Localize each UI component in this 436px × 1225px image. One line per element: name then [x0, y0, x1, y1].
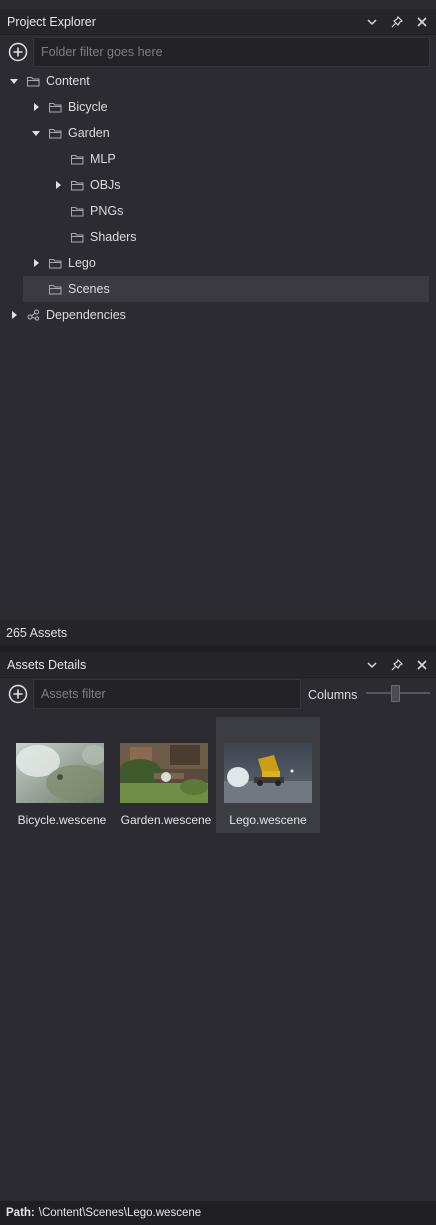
tree-item-garden[interactable]: Garden — [0, 120, 436, 146]
folder-tree: Content Bicycle Garden MLP OBJs PNGs Shaders Le… — [0, 68, 436, 328]
assets-details-header: Assets Details — [0, 652, 436, 678]
folder-icon — [71, 153, 85, 165]
tree-item-label: Bicycle — [68, 100, 108, 114]
assets-filter-input[interactable] — [33, 679, 301, 709]
tree-item-label: Scenes — [68, 282, 110, 296]
add-asset-button[interactable] — [8, 684, 28, 704]
asset-tile-garden[interactable]: Garden.wescene — [114, 717, 218, 833]
folder-icon — [71, 231, 85, 243]
plus-circle-icon — [8, 684, 28, 704]
path-bar: Path: \Content\Scenes\Lego.wescene — [0, 1201, 436, 1225]
folder-icon — [71, 179, 85, 191]
tree-item-label: Dependencies — [46, 308, 126, 322]
caret-down-icon[interactable] — [9, 76, 19, 86]
asset-name: Lego.wescene — [229, 813, 307, 827]
chevron-down-icon[interactable] — [364, 14, 380, 30]
tree-item-scenes[interactable]: Scenes — [23, 276, 429, 302]
columns-slider-thumb[interactable] — [390, 685, 400, 702]
asset-count-bar: 265 Assets — [0, 620, 436, 646]
asset-tile-lego[interactable]: Lego.wescene — [216, 717, 320, 833]
tree-item-mlp[interactable]: MLP — [0, 146, 436, 172]
project-explorer-title: Project Explorer — [7, 14, 96, 29]
folder-icon — [49, 127, 63, 139]
tree-item-shaders[interactable]: Shaders — [0, 224, 436, 250]
caret-right-icon[interactable] — [53, 180, 63, 190]
tree-item-label: Shaders — [90, 230, 137, 244]
chevron-down-icon[interactable] — [364, 657, 380, 673]
caret-down-icon[interactable] — [31, 128, 41, 138]
tree-item-label: Garden — [68, 126, 110, 140]
add-folder-button[interactable] — [8, 42, 28, 62]
path-label: Path: — [6, 1207, 35, 1219]
folder-icon — [71, 205, 85, 217]
caret-right-icon[interactable] — [31, 102, 41, 112]
tree-item-label: Content — [46, 74, 90, 88]
folder-filter-input[interactable] — [33, 37, 430, 67]
tree-item-label: OBJs — [90, 178, 121, 192]
folder-icon — [27, 75, 41, 87]
project-explorer-header: Project Explorer — [0, 9, 436, 35]
tree-item-label: Lego — [68, 256, 96, 270]
folder-icon — [49, 101, 63, 113]
caret-right-icon[interactable] — [9, 310, 19, 320]
tree-item-label: PNGs — [90, 204, 124, 218]
assets-details-title: Assets Details — [7, 657, 87, 672]
tree-item-objs[interactable]: OBJs — [0, 172, 436, 198]
tree-item-dependencies[interactable]: Dependencies — [0, 302, 436, 328]
asset-thumbnail-bicycle — [16, 743, 104, 803]
asset-name: Garden.wescene — [120, 813, 212, 827]
asset-name: Bicycle.wescene — [17, 813, 107, 827]
path-value: \Content\Scenes\Lego.wescene — [38, 1207, 202, 1219]
tree-item-bicycle[interactable]: Bicycle — [0, 94, 436, 120]
close-icon[interactable] — [414, 14, 430, 30]
pin-icon[interactable] — [389, 657, 405, 673]
asset-thumbnail-garden — [120, 743, 208, 803]
tree-item-lego[interactable]: Lego — [0, 250, 436, 276]
dependencies-icon — [27, 309, 41, 321]
asset-thumbnail-lego — [224, 743, 312, 803]
columns-label: Columns — [308, 688, 358, 702]
asset-count: 265 Assets — [6, 626, 68, 640]
plus-circle-icon — [8, 42, 28, 62]
pin-icon[interactable] — [389, 14, 405, 30]
tree-item-pngs[interactable]: PNGs — [0, 198, 436, 224]
close-icon[interactable] — [414, 657, 430, 673]
caret-right-icon[interactable] — [31, 258, 41, 268]
tree-item-label: MLP — [90, 152, 116, 166]
folder-icon — [49, 283, 63, 295]
tree-item-content[interactable]: Content — [0, 68, 436, 94]
asset-tile-bicycle[interactable]: Bicycle.wescene — [10, 717, 114, 833]
folder-icon — [49, 257, 63, 269]
